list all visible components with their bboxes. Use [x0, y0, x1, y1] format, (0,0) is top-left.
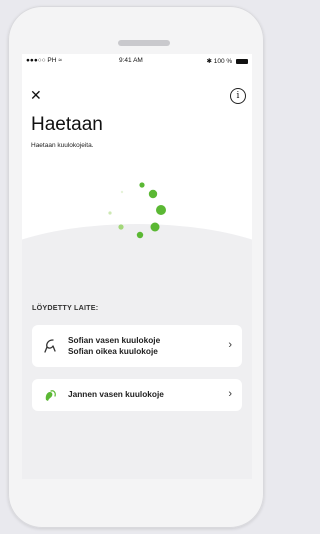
phone-speaker	[118, 40, 170, 46]
spinner-dot	[108, 211, 112, 215]
battery-icon	[236, 58, 248, 64]
spinner-dot	[150, 222, 160, 232]
spinner-dot	[136, 231, 144, 239]
device-name: Sofian oikea kuulokoje	[68, 346, 158, 356]
bluetooth-icon: ✱	[206, 58, 212, 65]
hearing-aid-green-icon	[45, 390, 56, 401]
chevron-right-icon: ›	[228, 388, 232, 400]
spinner-dot	[148, 189, 158, 199]
status-bar: ●●●○○ PH ≈ 9:41 AM ✱ 100 %	[26, 57, 248, 67]
spinner-dot	[156, 205, 166, 215]
found-devices-label: LÖYDETTY LAITE:	[32, 303, 99, 312]
device-card-sofia[interactable]: Sofian vasen kuulokoje Sofian oikea kuul…	[32, 325, 242, 367]
device-name: Jannen vasen kuulokoje	[68, 389, 164, 399]
app-screen: ●●●○○ PH ≈ 9:41 AM ✱ 100 % ✕ i Haetaan H…	[22, 54, 252, 479]
loading-spinner-icon	[108, 182, 166, 239]
device-name: Sofian vasen kuulokoje	[68, 335, 161, 345]
spinner-dot	[139, 182, 145, 188]
info-icon[interactable]: i	[230, 88, 246, 104]
close-icon[interactable]: ✕	[30, 88, 44, 102]
device-names: Jannen vasen kuulokoje	[68, 389, 164, 400]
hearing-aid-outline-icon	[44, 339, 56, 353]
page-subtitle: Haetaan kuulokojeita.	[31, 142, 94, 149]
device-names: Sofian vasen kuulokoje Sofian oikea kuul…	[68, 335, 160, 357]
carrier-label: ●●●○○ PH	[26, 57, 57, 64]
chevron-right-icon: ›	[228, 339, 232, 351]
spinner-dot	[120, 190, 124, 194]
wifi-icon: ≈	[58, 57, 62, 64]
battery-label: 100 %	[213, 58, 233, 65]
spinner-dot	[118, 224, 124, 230]
status-time: 9:41 AM	[119, 57, 143, 64]
device-card-janne[interactable]: Jannen vasen kuulokoje ›	[32, 379, 242, 411]
page-title: Haetaan	[31, 114, 103, 135]
